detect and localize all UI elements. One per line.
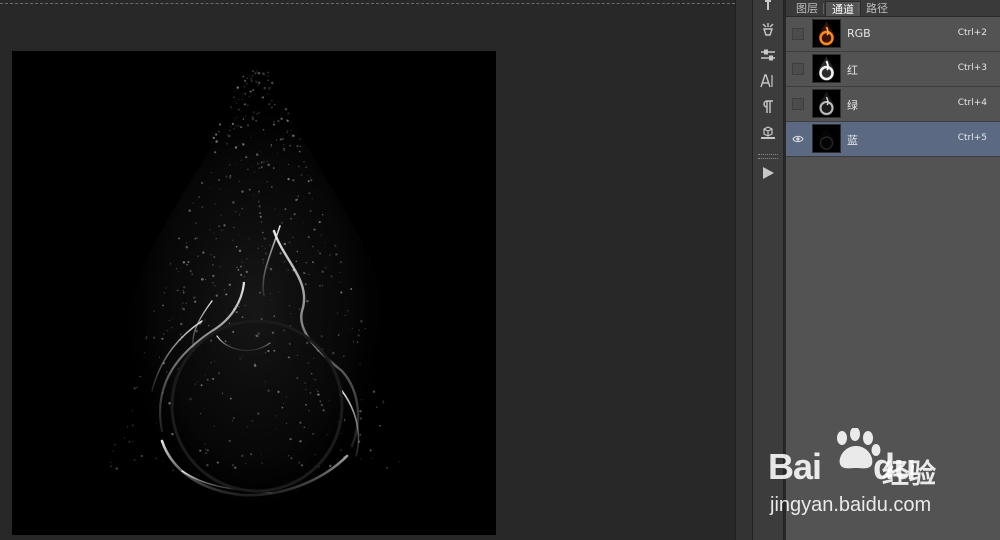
tab-channels[interactable]: 通道 [825, 1, 861, 16]
channel-thumbnail-rgb [812, 19, 841, 48]
channel-name: 蓝 [847, 134, 858, 147]
panel-tab-bar: 图层 通道 路径 [786, 0, 1000, 17]
channel-name: RGB [847, 27, 871, 40]
tab-divider [858, 3, 859, 14]
channel-shortcut: Ctrl+3 [957, 63, 987, 73]
collapsed-panel-toolbar [753, 0, 784, 540]
channel-row-red[interactable]: 红 Ctrl+3 [786, 52, 1000, 87]
document-edge-marker [0, 3, 735, 4]
toolbar-grip[interactable] [758, 154, 778, 159]
adjustment-sliders-icon[interactable] [757, 44, 779, 66]
channel-thumbnail-blue [812, 124, 841, 153]
history-brush-icon[interactable] [757, 0, 779, 16]
channel-shortcut: Ctrl+5 [957, 133, 987, 143]
channel-thumbnail-green [812, 89, 841, 118]
visibility-toggle[interactable] [792, 63, 804, 75]
play-action-icon[interactable] [757, 162, 779, 184]
tab-layers[interactable]: 图层 [790, 1, 824, 16]
channel-shortcut: Ctrl+4 [957, 98, 987, 108]
tab-divider [823, 3, 824, 14]
document-canvas[interactable] [12, 51, 496, 535]
channel-row-blue[interactable]: 蓝 Ctrl+5 [786, 122, 1000, 157]
paragraph-icon[interactable] [757, 96, 779, 118]
visibility-toggle[interactable] [792, 98, 804, 110]
eye-icon[interactable] [792, 133, 804, 145]
brush-preset-icon[interactable] [757, 18, 779, 40]
panel-dock-separator[interactable] [735, 0, 753, 540]
channel-row-green[interactable]: 绿 Ctrl+4 [786, 87, 1000, 122]
channel-shortcut: Ctrl+2 [957, 28, 987, 38]
channel-row-rgb[interactable]: RGB Ctrl+2 [786, 17, 1000, 52]
channel-name: 绿 [847, 99, 858, 112]
document-workspace [0, 0, 735, 540]
channel-name: 红 [847, 64, 858, 77]
channels-panel: 图层 通道 路径 RGB Ctrl+2 红 Ctrl+3 绿 Ctrl+4 蓝 … [786, 0, 1000, 540]
blue-channel-image [110, 63, 401, 503]
channel-thumbnail-red [812, 54, 841, 83]
3d-cube-icon[interactable] [757, 122, 779, 144]
visibility-toggle[interactable] [792, 28, 804, 40]
character-icon[interactable] [757, 70, 779, 92]
tab-paths[interactable]: 路径 [860, 1, 894, 16]
